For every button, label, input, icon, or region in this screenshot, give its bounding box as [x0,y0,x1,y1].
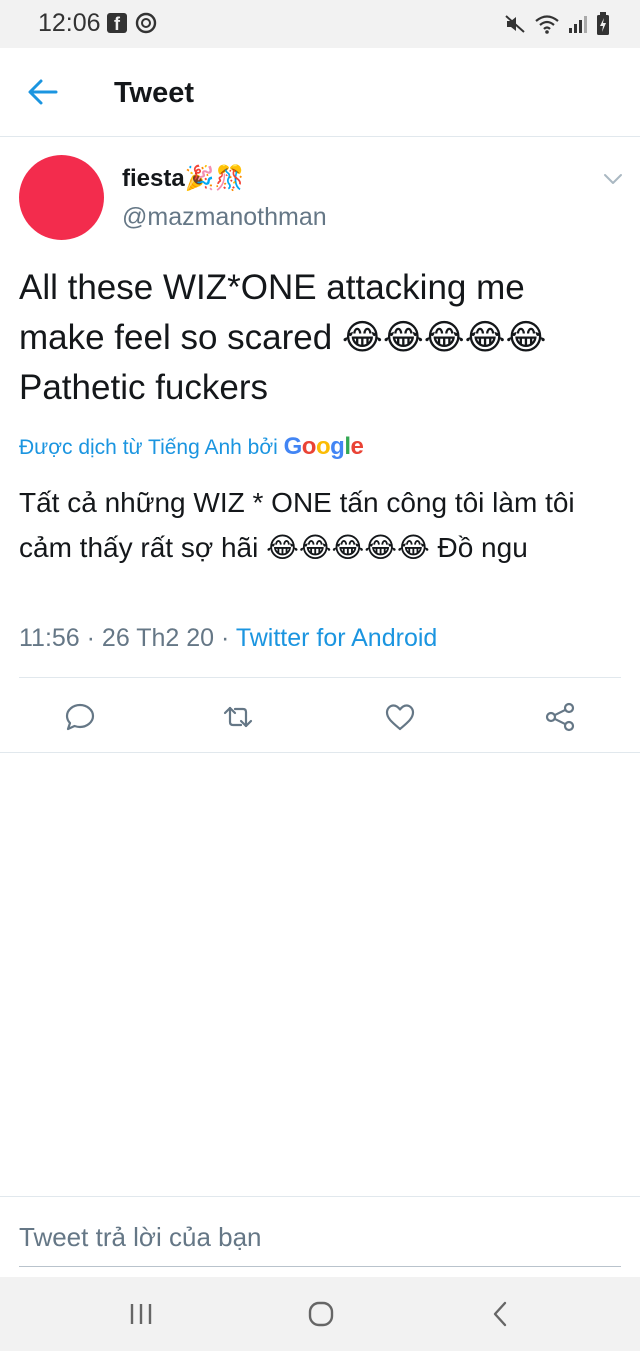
mute-icon [505,15,525,33]
chevron-down-icon[interactable] [602,170,624,188]
display-name[interactable]: fiesta🎉🎊 [122,164,244,193]
translated-by-label: Được dịch từ Tiếng Anh bởi [19,436,278,459]
app-header: Tweet [0,48,640,137]
signal-icon [569,16,587,33]
system-status-icons [504,11,610,37]
tweet-actions [0,692,640,740]
user-handle[interactable]: @mazmanothman [122,203,327,232]
reply-icon[interactable] [63,700,97,734]
divider [0,752,640,753]
divider [19,677,621,678]
sync-icon [135,12,157,34]
page-title: Tweet [114,77,195,109]
tweet-meta: 11:56 · 26 Th2 20 · Twitter for Android [19,624,437,653]
like-icon[interactable] [383,700,417,734]
back-arrow-icon[interactable] [26,77,60,107]
home-icon[interactable] [304,1299,338,1329]
tweet-text: All these WIZ*ONE attacking me make feel… [19,268,547,407]
reply-input-underline [19,1266,621,1267]
translation-attribution[interactable]: Được dịch từ Tiếng Anh bởi Google [19,433,364,461]
retweet-icon[interactable] [221,700,255,734]
status-bar: 12:06 f [0,0,640,48]
navigation-bar [0,1277,640,1351]
tweet-source-link[interactable]: Twitter for Android [236,624,437,652]
share-icon[interactable] [543,700,577,734]
google-logo: Google [283,433,364,460]
recent-apps-icon[interactable] [124,1299,158,1329]
avatar[interactable] [19,155,104,240]
facebook-icon: f [107,13,127,33]
battery-charging-icon [597,12,609,35]
status-time: 12:06 [38,9,101,37]
back-icon[interactable] [484,1299,518,1329]
wifi-icon [535,15,559,34]
reply-input[interactable]: Tweet trả lời của bạn [19,1222,619,1253]
divider [0,1196,640,1197]
tweet-timestamp: 11:56 · 26 Th2 20 · [19,624,236,652]
translation-text: Tất cả những WIZ * ONE tấn công tôi làm … [19,487,575,563]
